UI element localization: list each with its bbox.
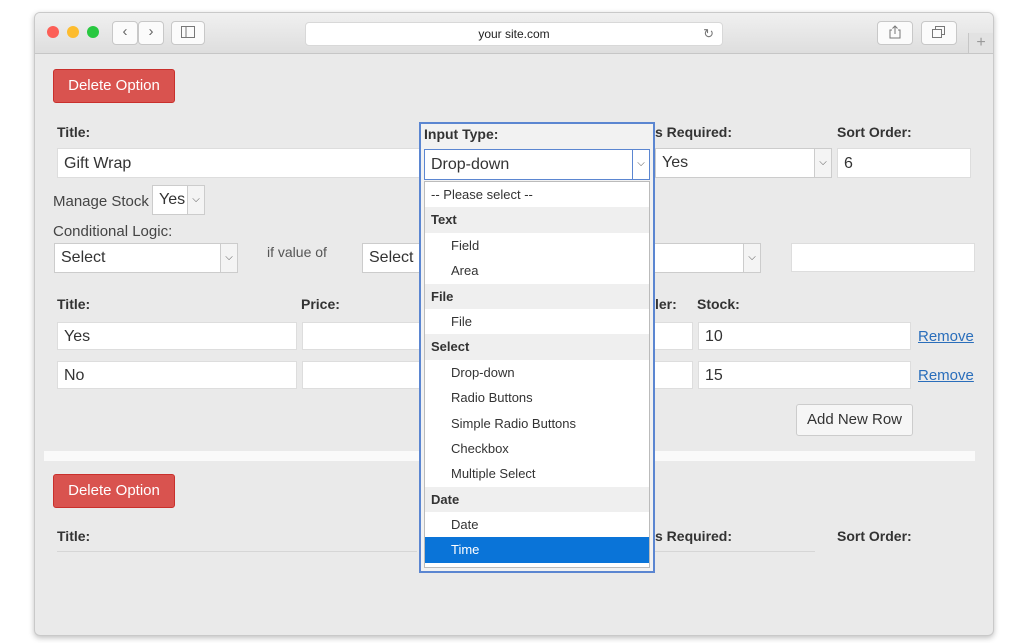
forward-icon[interactable]: ›	[138, 21, 164, 45]
chevron-down-icon: ⌵	[220, 244, 237, 272]
input-type-value: Drop-down	[431, 156, 510, 173]
manage-stock-value: Yes	[159, 191, 186, 208]
url-text: your site.com	[478, 27, 550, 41]
option-file[interactable]: File	[425, 308, 649, 335]
row-2-title-input[interactable]: No	[57, 361, 297, 389]
back-icon[interactable]: ‹	[112, 21, 138, 45]
browser-titlebar: ‹ › your site.com ↻ +	[35, 13, 993, 54]
sort-order-input[interactable]: 6	[837, 148, 971, 178]
input-type-dropdown-panel: Input Type: Drop-down ⌵ -- Please select…	[419, 122, 655, 573]
conditional-logic-value: Select	[61, 249, 106, 266]
chevron-down-icon: ⌵	[814, 149, 831, 177]
row-2-stock-input[interactable]: 15	[698, 361, 911, 389]
value-select-value: Select	[369, 249, 414, 266]
condition-value-input[interactable]	[791, 243, 975, 272]
rows-stock-header: Stock:	[697, 296, 740, 312]
rows-title-header: Title:	[57, 296, 91, 312]
optgroup-select: Select	[425, 334, 649, 360]
option-field[interactable]: Field	[425, 232, 649, 259]
option-checkbox[interactable]: Checkbox	[425, 435, 649, 462]
operator-select[interactable]: ⌵	[655, 243, 761, 273]
delete-option-button[interactable]: Delete Option	[53, 69, 175, 103]
input-type-select[interactable]: Drop-down ⌵	[424, 149, 650, 180]
manage-stock-label: Manage Stock	[53, 193, 149, 210]
sidebar-icon[interactable]	[171, 21, 205, 45]
row-2-price-input[interactable]	[302, 361, 419, 389]
row-1-stock-input[interactable]: 10	[698, 322, 911, 350]
is-required-label-2: s Required:	[655, 528, 733, 544]
optgroup-text: Text	[425, 207, 649, 233]
manage-stock-select[interactable]: Yes ⌵	[152, 185, 205, 215]
row-1-price-input[interactable]	[302, 322, 419, 350]
rows-price-header: Price:	[301, 296, 340, 312]
tabs-icon[interactable]	[921, 21, 957, 45]
chevron-down-icon: ⌵	[187, 186, 204, 214]
option-time[interactable]: Time	[425, 537, 649, 563]
option-drop-down[interactable]: Drop-down	[425, 359, 649, 386]
input-type-options-list: -- Please select -- Text Field Area File…	[424, 181, 650, 568]
chevron-down-icon: ⌵	[743, 244, 760, 272]
option-area[interactable]: Area	[425, 258, 649, 284]
optgroup-date: Date	[425, 486, 649, 513]
conditional-logic-select[interactable]: Select ⌵	[54, 243, 238, 273]
sort-order-label: Sort Order:	[837, 124, 912, 140]
add-new-row-button[interactable]: Add New Row	[796, 404, 913, 436]
is-required-value: Yes	[662, 154, 689, 171]
new-tab-icon[interactable]: +	[968, 33, 993, 53]
sort-order-label-2: Sort Order:	[837, 528, 912, 544]
close-window-icon[interactable]	[47, 26, 59, 38]
row-2-remove-link[interactable]: Remove	[918, 367, 974, 384]
minimize-window-icon[interactable]	[67, 26, 79, 38]
option-radio-buttons[interactable]: Radio Buttons	[425, 385, 649, 411]
title-input-2-edge	[57, 551, 417, 552]
is-required-select[interactable]: Yes ⌵	[655, 148, 832, 178]
title-label-2: Title:	[57, 528, 91, 544]
chevron-down-icon: ⌵	[632, 150, 649, 179]
reload-icon[interactable]: ↻	[703, 23, 714, 45]
is-required-edge-2	[655, 551, 815, 552]
page-content: Delete Option Title: Gift Wrap s Require…	[35, 54, 993, 635]
title-label: Title:	[57, 124, 91, 140]
conditional-logic-label: Conditional Logic:	[53, 223, 173, 240]
value-select[interactable]: Select	[362, 243, 422, 273]
title-input[interactable]: Gift Wrap	[57, 148, 425, 178]
is-required-label: s Required:	[655, 124, 733, 140]
row-1-title-input[interactable]: Yes	[57, 322, 297, 350]
rows-order-header: ler:	[655, 296, 677, 312]
input-type-label: Input Type:	[424, 126, 499, 142]
option-date[interactable]: Date	[425, 512, 649, 538]
option-simple-radio-buttons[interactable]: Simple Radio Buttons	[425, 410, 649, 436]
browser-window: ‹ › your site.com ↻ + Delete Option Titl…	[34, 12, 994, 636]
maximize-window-icon[interactable]	[87, 26, 99, 38]
share-icon[interactable]	[877, 21, 913, 45]
row-1-remove-link[interactable]: Remove	[918, 328, 974, 345]
option-multiple-select[interactable]: Multiple Select	[425, 461, 649, 487]
delete-option-button-2[interactable]: Delete Option	[53, 474, 175, 508]
optgroup-file: File	[425, 283, 649, 309]
option-placeholder[interactable]: -- Please select --	[425, 182, 649, 208]
row-1-order-input[interactable]	[655, 322, 693, 350]
address-bar[interactable]: your site.com ↻	[305, 22, 723, 46]
if-value-of-text: if value of	[267, 244, 327, 260]
row-2-order-input[interactable]	[655, 361, 693, 389]
